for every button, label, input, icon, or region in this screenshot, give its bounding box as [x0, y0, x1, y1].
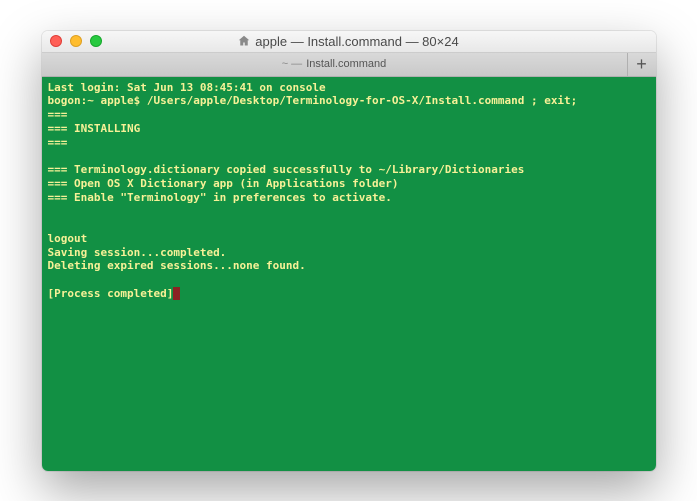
- terminal-output[interactable]: Last login: Sat Jun 13 08:45:41 on conso…: [42, 77, 656, 471]
- tab-prefix: ~ —: [282, 58, 302, 70]
- home-icon: [238, 35, 250, 47]
- window-title: apple — Install.command — 80×24: [255, 34, 458, 49]
- titlebar[interactable]: apple — Install.command — 80×24: [42, 31, 656, 53]
- window-title-wrap: apple — Install.command — 80×24: [42, 34, 656, 49]
- tab-label: Install.command: [306, 58, 386, 70]
- traffic-lights: [50, 35, 102, 47]
- terminal-lines: Last login: Sat Jun 13 08:45:41 on conso…: [48, 81, 578, 273]
- close-button[interactable]: [50, 35, 62, 47]
- terminal-window: apple — Install.command — 80×24 ~ — Inst…: [42, 31, 656, 471]
- maximize-button[interactable]: [90, 35, 102, 47]
- minimize-button[interactable]: [70, 35, 82, 47]
- process-completed: [Process completed]: [48, 287, 174, 300]
- new-tab-button[interactable]: +: [628, 53, 656, 76]
- cursor: [173, 287, 180, 300]
- tab-active[interactable]: ~ — Install.command: [42, 53, 628, 76]
- tab-bar: ~ — Install.command +: [42, 53, 656, 77]
